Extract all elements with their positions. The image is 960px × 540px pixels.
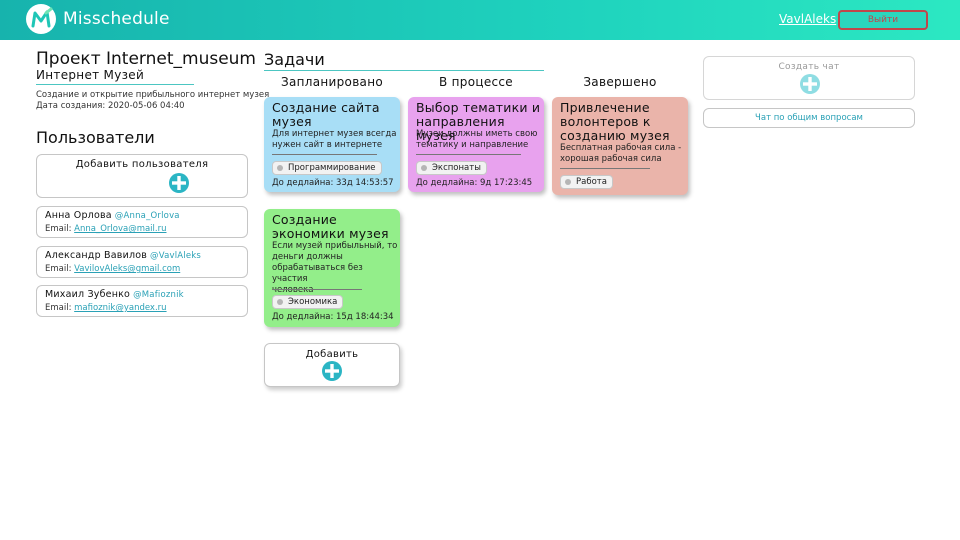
add-user-button[interactable]: Добавить пользователя [36, 154, 248, 198]
email-label: Email: [45, 264, 72, 274]
task-title-line: Выбор тематики и [416, 100, 541, 115]
email-label: Email: [45, 303, 72, 313]
task-desc-line: тематику и направление [416, 140, 529, 150]
user-name: Александр Вавилов [45, 250, 148, 261]
task-desc-line: обрабатываться без участия [272, 263, 363, 284]
project-subtitle: Интернет Музей [36, 68, 145, 82]
plus-circle-icon [322, 361, 342, 381]
task-card[interactable]: Привлечение волонтеров к созданию музея Бе… [552, 97, 688, 195]
task-desc-line: Если музей прибыльный, то [272, 241, 398, 251]
user-email-link[interactable]: mafioznik@yandex.ru [74, 303, 166, 313]
user-nick[interactable]: @Anna_Orlova [115, 211, 180, 221]
task-description: Для интернет музея всегда нужен сайт в ин… [272, 129, 396, 151]
task-description: Музеи должны иметь свою тематику и направ… [416, 129, 537, 151]
task-title-line: созданию музея [560, 128, 670, 143]
task-divider [560, 168, 650, 169]
task-card[interactable]: Создание экономики музея Если музей прибы… [264, 209, 400, 327]
user-email-link[interactable]: VavilovAleks@gmail.com [74, 264, 180, 274]
task-title: Создание экономики музея [272, 213, 389, 241]
general-chat-label: Чат по общим вопросам [755, 113, 863, 123]
task-desc-line: деньги должны [272, 252, 343, 262]
create-chat-button[interactable]: Создать чат [703, 56, 915, 100]
task-desc-line: хорошая рабочая сила [560, 154, 662, 164]
task-divider [416, 154, 521, 155]
plus-circle-icon [169, 173, 189, 193]
task-desc-line: Для интернет музея всегда [272, 129, 397, 139]
top-header: Misschedule VavlAleks Выйти [0, 0, 960, 40]
task-title: Создание сайта музея [272, 101, 380, 129]
column-header-done: Завершено [583, 75, 657, 89]
users-heading: Пользователи [36, 128, 155, 147]
add-task-button[interactable]: Добавить [264, 343, 400, 387]
task-deadline: До дедлайна: 33д 14:53:57 [272, 178, 394, 188]
task-card[interactable]: Создание сайта музея Для интернет музея в… [264, 97, 400, 192]
task-title-line: Привлечение [560, 100, 650, 115]
project-description: Создание и открытие прибыльного интернет… [36, 90, 270, 100]
task-tag[interactable]: Экономика [272, 295, 344, 309]
app-logo[interactable] [26, 4, 56, 34]
task-divider [272, 289, 362, 290]
tasks-heading: Задачи [264, 50, 325, 69]
tag-dot-icon [421, 165, 427, 171]
tag-dot-icon [565, 179, 571, 185]
task-tag[interactable]: Программирование [272, 161, 382, 175]
user-card[interactable]: Анна Орлова @Anna_Orlova Email: Anna_Orlo… [36, 206, 248, 238]
tag-dot-icon [277, 299, 283, 305]
project-divider [36, 84, 194, 85]
user-email-link[interactable]: Anna_Orlova@mail.ru [74, 224, 166, 234]
add-user-label: Добавить пользователя [75, 159, 209, 170]
column-header-planned: Запланировано [280, 75, 384, 89]
tasks-divider [264, 70, 544, 71]
task-title-line: Создание сайта [272, 100, 380, 115]
task-desc-line: Бесплатная рабочая сила - [560, 143, 682, 153]
column-header-in-progress: В процессе [439, 75, 513, 89]
add-task-label: Добавить [305, 349, 359, 360]
task-desc-line: нужен сайт в интернете [272, 140, 383, 150]
task-tag-label: Экспонаты [432, 163, 481, 173]
task-description: Если музей прибыльный, то деньги должны об… [272, 241, 400, 296]
task-description: Бесплатная рабочая сила - хорошая рабочая… [560, 143, 681, 165]
task-title-line: экономики музея [272, 226, 389, 241]
task-desc-line: человека [272, 285, 314, 295]
user-nick[interactable]: @VavlAleks [150, 251, 201, 261]
task-tag-label: Программирование [288, 163, 376, 173]
brand-name: Misschedule [63, 9, 170, 29]
task-card[interactable]: Выбор тематики и направления музея Музеи … [408, 97, 544, 192]
task-deadline: До дедлайна: 9д 17:23:45 [416, 178, 533, 188]
task-tag[interactable]: Экспонаты [416, 161, 487, 175]
logo-icon [27, 5, 55, 33]
task-divider [272, 154, 377, 155]
user-name: Анна Орлова [45, 210, 112, 221]
task-title-line: музея [272, 114, 312, 129]
user-nick[interactable]: @Mafioznik [133, 290, 184, 300]
plus-circle-icon [800, 74, 820, 94]
current-user-link[interactable]: VavlAleks [779, 12, 836, 26]
task-title: Привлечение волонтеров к созданию музея [560, 101, 670, 143]
task-tag-label: Работа [576, 177, 607, 187]
logout-button[interactable]: Выйти [838, 10, 928, 30]
user-card[interactable]: Александр Вавилов @VavlAleks Email: Vavil… [36, 246, 248, 278]
task-title-line: Создание [272, 212, 337, 227]
project-title: Проект Internet_museum [36, 49, 256, 69]
project-created-date: Дата создания: 2020-05-06 04:40 [36, 101, 185, 111]
task-desc-line: Музеи должны иметь свою [416, 129, 538, 139]
user-card[interactable]: Михаил Зубенко @Mafioznik Email: mafiozni… [36, 285, 248, 317]
task-deadline: До дедлайна: 15д 18:44:34 [272, 312, 394, 322]
task-title-line: волонтеров к [560, 114, 651, 129]
user-name: Михаил Зубенко [45, 289, 131, 300]
task-tag[interactable]: Работа [560, 175, 613, 189]
create-chat-label: Создать чат [778, 62, 840, 72]
task-tag-label: Экономика [288, 297, 338, 307]
email-label: Email: [45, 224, 72, 234]
tag-dot-icon [277, 165, 283, 171]
general-chat-button[interactable]: Чат по общим вопросам [703, 108, 915, 128]
